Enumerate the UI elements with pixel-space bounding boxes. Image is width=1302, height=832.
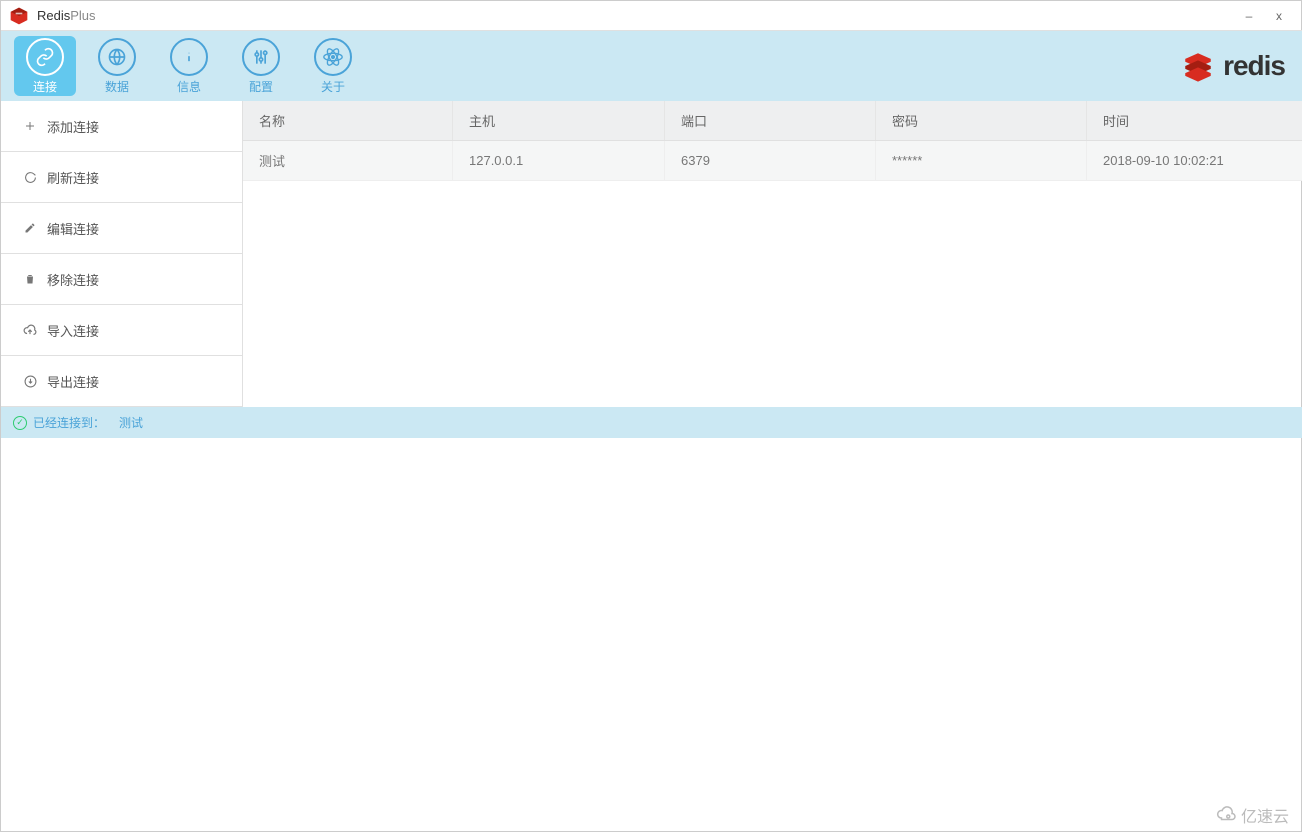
sidebar-item-export[interactable]: 导出连接 bbox=[1, 356, 242, 407]
sidebar-item-label: 导出连接 bbox=[47, 372, 99, 391]
info-icon bbox=[170, 38, 208, 76]
sidebar-item-label: 添加连接 bbox=[47, 117, 99, 136]
app-title: RedisPlus bbox=[37, 8, 96, 23]
watermark-text: 亿速云 bbox=[1241, 803, 1289, 827]
th-password[interactable]: 密码 bbox=[876, 101, 1087, 140]
statusbar: ✓ 已经连接到： 测试 bbox=[1, 407, 1302, 438]
close-button[interactable]: x bbox=[1271, 9, 1287, 23]
sidebar-item-label: 刷新连接 bbox=[47, 168, 99, 187]
watermark: 亿速云 bbox=[1209, 801, 1295, 829]
cloud-upload-icon bbox=[23, 323, 37, 337]
logo-text: redis bbox=[1223, 50, 1285, 82]
app-icon bbox=[9, 6, 29, 26]
status-ok-icon: ✓ bbox=[13, 416, 27, 430]
td-password: ****** bbox=[876, 141, 1087, 180]
th-port[interactable]: 端口 bbox=[665, 101, 876, 140]
toolbar: 连接 数据 信息 配置 bbox=[1, 31, 1302, 101]
tab-connection[interactable]: 连接 bbox=[14, 36, 76, 96]
sidebar-item-remove[interactable]: 移除连接 bbox=[1, 254, 242, 305]
sidebar-item-label: 编辑连接 bbox=[47, 219, 99, 238]
sidebar-item-label: 移除连接 bbox=[47, 270, 99, 289]
minimize-button[interactable]: – bbox=[1241, 9, 1257, 23]
sidebar-item-add[interactable]: 添加连接 bbox=[1, 101, 242, 152]
th-host[interactable]: 主机 bbox=[453, 101, 665, 140]
sidebar-item-label: 导入连接 bbox=[47, 321, 99, 340]
main-area: 添加连接 刷新连接 编辑连接 移除连接 导入连接 bbox=[1, 101, 1302, 407]
tab-about[interactable]: 关于 bbox=[302, 36, 364, 96]
tab-label: 连接 bbox=[33, 78, 57, 95]
tab-label: 数据 bbox=[105, 78, 129, 95]
sliders-icon bbox=[242, 38, 280, 76]
tab-label: 信息 bbox=[177, 78, 201, 95]
tab-data[interactable]: 数据 bbox=[86, 36, 148, 96]
globe-icon bbox=[98, 38, 136, 76]
th-name[interactable]: 名称 bbox=[243, 101, 453, 140]
td-name: 测试 bbox=[243, 141, 453, 180]
tab-label: 关于 bbox=[321, 78, 345, 95]
titlebar: RedisPlus – x bbox=[1, 1, 1302, 31]
link-icon bbox=[26, 38, 64, 76]
td-time: 2018-09-10 10:02:21 bbox=[1087, 141, 1302, 180]
plus-icon bbox=[23, 119, 37, 133]
download-circle-icon bbox=[23, 374, 37, 388]
table-row[interactable]: 测试 127.0.0.1 6379 ****** 2018-09-10 10:0… bbox=[243, 141, 1302, 181]
content-area: 名称 主机 端口 密码 时间 测试 127.0.0.1 6379 ****** … bbox=[243, 101, 1302, 407]
trash-icon bbox=[23, 272, 37, 286]
atom-icon bbox=[314, 38, 352, 76]
tab-info[interactable]: 信息 bbox=[158, 36, 220, 96]
sidebar-item-edit[interactable]: 编辑连接 bbox=[1, 203, 242, 254]
tab-label: 配置 bbox=[249, 78, 273, 95]
status-connection: 测试 bbox=[119, 414, 143, 431]
td-port: 6379 bbox=[665, 141, 876, 180]
sidebar: 添加连接 刷新连接 编辑连接 移除连接 导入连接 bbox=[1, 101, 243, 407]
window-controls: – x bbox=[1241, 9, 1295, 23]
edit-icon bbox=[23, 221, 37, 235]
tab-config[interactable]: 配置 bbox=[230, 36, 292, 96]
td-host: 127.0.0.1 bbox=[453, 141, 665, 180]
th-time[interactable]: 时间 bbox=[1087, 101, 1302, 140]
sidebar-item-import[interactable]: 导入连接 bbox=[1, 305, 242, 356]
table-header: 名称 主机 端口 密码 时间 bbox=[243, 101, 1302, 141]
redis-logo: redis bbox=[1179, 49, 1285, 83]
status-label: 已经连接到： bbox=[33, 414, 105, 431]
sidebar-item-refresh[interactable]: 刷新连接 bbox=[1, 152, 242, 203]
refresh-icon bbox=[23, 170, 37, 184]
